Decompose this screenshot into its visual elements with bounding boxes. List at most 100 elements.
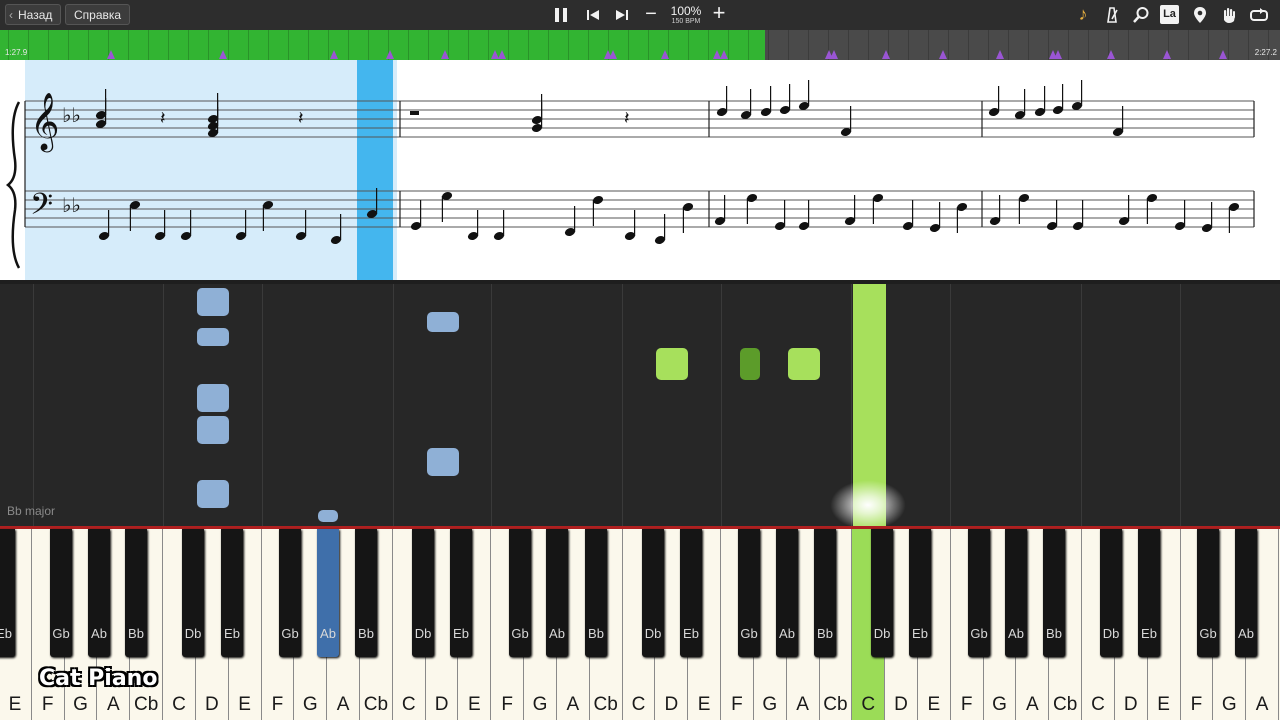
tempo-increase-button[interactable]: + (710, 2, 728, 24)
timeline-tick (68, 30, 69, 60)
timeline-tick (228, 30, 229, 60)
timeline-tick (968, 30, 969, 60)
treble-key-signature: ♭♭ (62, 103, 81, 127)
white-key-label: D (664, 694, 679, 715)
back-button[interactable]: ‹ Назад (5, 4, 62, 25)
black-key-db[interactable]: Db (412, 529, 434, 657)
hand-icon[interactable] (1220, 6, 1238, 24)
timeline-marker (441, 50, 449, 59)
metronome-icon[interactable] (1103, 6, 1121, 24)
black-key-ab[interactable]: Ab (776, 529, 798, 657)
black-key-label: Eb (912, 626, 928, 641)
timeline-tick (1228, 30, 1229, 60)
black-key-label: Gb (970, 626, 988, 641)
black-key-gb[interactable]: Gb (968, 529, 990, 657)
black-key-eb[interactable]: Eb (221, 529, 243, 657)
white-key-label: Cb (593, 694, 618, 715)
black-key-ab[interactable]: Ab (317, 529, 339, 657)
roll-grid-line (1081, 284, 1082, 526)
black-key-gb[interactable]: Gb (1197, 529, 1219, 657)
white-key-label: F (501, 694, 513, 715)
black-key-db[interactable]: Db (642, 529, 664, 657)
white-key-label: Cb (134, 694, 159, 715)
note-labels-icon[interactable]: La (1160, 5, 1179, 24)
timeline-tick (748, 30, 749, 60)
timeline-tick (248, 30, 249, 60)
black-key-db[interactable]: Db (182, 529, 204, 657)
black-key-label: Ab (320, 626, 336, 641)
black-key-bb[interactable]: Bb (355, 529, 377, 657)
timeline-marker (661, 50, 669, 59)
black-key-eb[interactable]: Eb (0, 529, 15, 657)
white-key-label: A (796, 694, 809, 715)
black-key-label: Eb (1141, 626, 1157, 641)
black-key-bb[interactable]: Bb (1043, 529, 1065, 657)
cat-piano-logo: Cat Piano (39, 666, 158, 691)
black-key-db[interactable]: Db (1100, 529, 1122, 657)
white-key-label: G (302, 694, 318, 715)
search-icon[interactable] (1132, 6, 1150, 24)
black-key-eb[interactable]: Eb (680, 529, 702, 657)
timeline-marker (996, 50, 1004, 59)
white-key-label: G (532, 694, 548, 715)
white-key-label: C (401, 694, 416, 715)
black-key-ab[interactable]: Ab (546, 529, 568, 657)
white-key-label: E (697, 694, 711, 715)
white-key-label: G (1221, 694, 1237, 715)
timeline-tick (468, 30, 469, 60)
timeline-tick (948, 30, 949, 60)
black-key-label: Eb (0, 626, 12, 641)
timeline-tick (48, 30, 49, 60)
half-rest (410, 111, 419, 115)
black-key-eb[interactable]: Eb (909, 529, 931, 657)
black-key-gb[interactable]: Gb (279, 529, 301, 657)
black-key-bb[interactable]: Bb (814, 529, 836, 657)
white-key-label: A (1025, 694, 1039, 715)
black-key-gb[interactable]: Gb (738, 529, 760, 657)
black-key-label: Bb (1046, 626, 1062, 641)
black-key-label: Bb (358, 626, 374, 641)
quarter-rest: 𝄽 (298, 108, 304, 129)
white-key-label: G (73, 694, 88, 715)
white-key-label: D (1123, 694, 1138, 715)
black-key-label: Bb (128, 626, 144, 641)
glow-effect (830, 480, 906, 530)
help-button[interactable]: Справка (65, 4, 131, 25)
timeline-tick (408, 30, 409, 60)
tempo-decrease-button[interactable]: − (643, 4, 659, 24)
pause-icon[interactable] (552, 6, 570, 24)
music-note-icon[interactable]: ♪ (1074, 5, 1092, 23)
pin-icon[interactable] (1191, 6, 1209, 24)
white-key-label: E (468, 694, 481, 715)
timeline-tick (868, 30, 869, 60)
timeline-marker (1107, 50, 1115, 59)
white-key-label: E (1157, 694, 1170, 715)
black-key-ab[interactable]: Ab (1005, 529, 1027, 657)
treble-clef: 𝄞 (30, 92, 60, 153)
black-key-gb[interactable]: Gb (50, 529, 72, 657)
black-key-bb[interactable]: Bb (585, 529, 607, 657)
timeline-marker (498, 50, 506, 59)
white-key-label: C (172, 694, 186, 715)
loop-icon[interactable] (1249, 6, 1269, 24)
timeline-tick (148, 30, 149, 60)
white-key-label: A (566, 694, 580, 715)
black-key-eb[interactable]: Eb (450, 529, 472, 657)
black-key-label: Eb (453, 626, 469, 641)
black-key-ab[interactable]: Ab (1235, 529, 1257, 657)
timeline-start-time: 1:27.9 (5, 48, 28, 57)
timeline-marker (609, 50, 617, 59)
skip-back-icon[interactable] (584, 6, 602, 24)
black-key-ab[interactable]: Ab (88, 529, 110, 657)
play-forward-icon[interactable] (613, 6, 631, 24)
black-key-bb[interactable]: Bb (125, 529, 147, 657)
roll-grid-line (950, 284, 951, 526)
roll-grid-line (262, 284, 263, 526)
timeline-end-time: 2:27.2 (1254, 48, 1277, 57)
falling-note (656, 348, 688, 380)
song-timeline[interactable]: 1:27.9 2:27.2 (0, 30, 1280, 60)
black-key-db[interactable]: Db (871, 529, 893, 657)
white-key-label: D (204, 694, 219, 715)
black-key-eb[interactable]: Eb (1138, 529, 1160, 657)
black-key-gb[interactable]: Gb (509, 529, 531, 657)
